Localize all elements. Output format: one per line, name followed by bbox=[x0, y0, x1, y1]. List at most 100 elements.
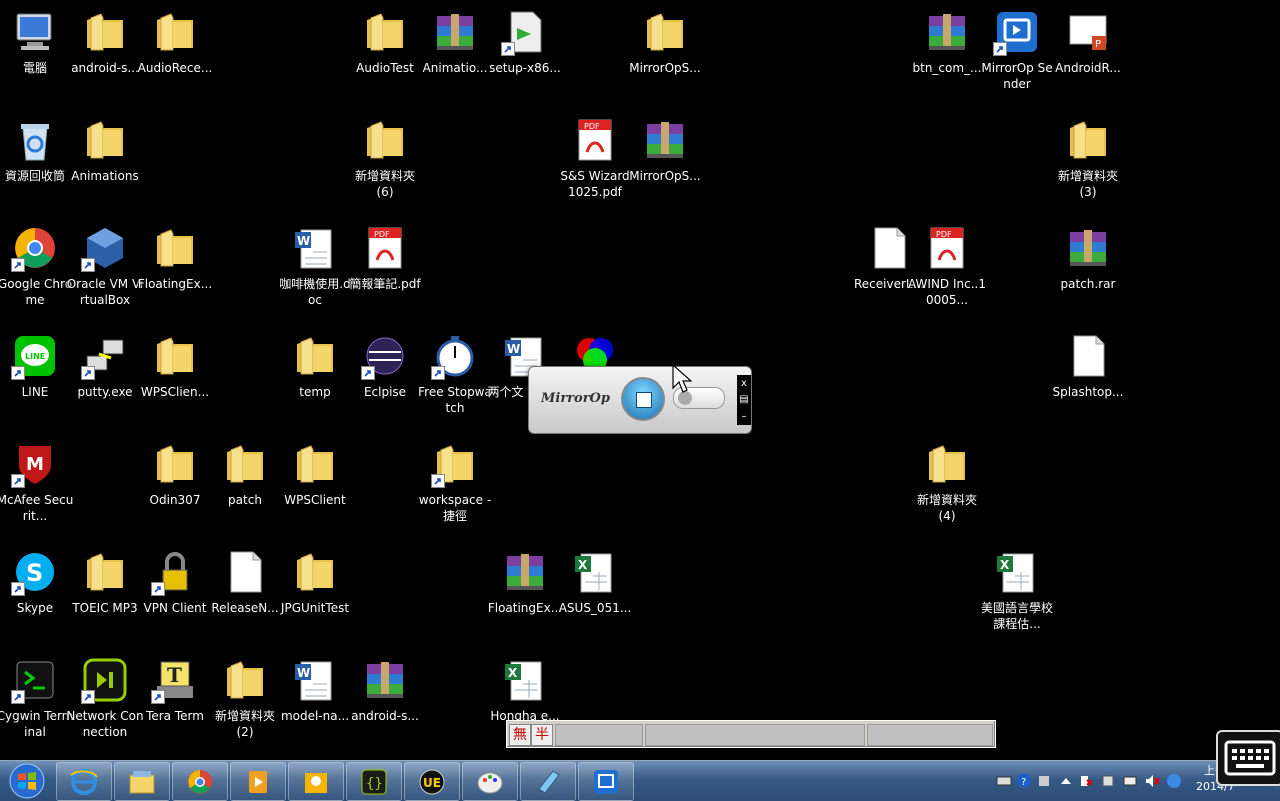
desktop-icon[interactable]: Wmodel-na... bbox=[280, 650, 350, 724]
taskbar-app-button[interactable] bbox=[578, 762, 634, 801]
settings-tray-icon[interactable] bbox=[1036, 773, 1052, 789]
desktop-icon[interactable]: FloatingEx... bbox=[138, 218, 212, 292]
desktop-icon[interactable]: T Tera Term bbox=[140, 650, 210, 724]
desktop-icon[interactable]: 新增資料夾 (4) bbox=[912, 434, 982, 524]
desktop-icon[interactable]: workspace - 捷徑 bbox=[419, 434, 491, 524]
desktop-icon[interactable]: Cygwin Terminal bbox=[0, 650, 73, 740]
svg-text:W: W bbox=[507, 342, 520, 356]
desktop-icon[interactable]: MirrorOp Sender bbox=[981, 2, 1053, 92]
desktop-icon[interactable]: 新增資料夾 (2) bbox=[210, 650, 280, 740]
rar-archive-icon bbox=[923, 8, 971, 56]
folder-icon bbox=[291, 548, 339, 596]
desktop-icon[interactable]: TOEIC MP3 bbox=[70, 542, 140, 616]
desktop-icon[interactable]: S Skype bbox=[0, 542, 70, 616]
desktop-icon[interactable]: 新增資料夾 (3) bbox=[1053, 110, 1123, 200]
desktop-icon[interactable]: Animatio... bbox=[420, 2, 490, 76]
desktop-icon-label: AudioRece... bbox=[137, 61, 213, 75]
taskbar-app-button[interactable] bbox=[520, 762, 576, 801]
desktop-icon-label: 美國語言學校課程估... bbox=[980, 601, 1053, 631]
taskbar-app-button[interactable]: {} bbox=[346, 762, 402, 801]
desktop-icon[interactable]: android-s... bbox=[350, 650, 420, 724]
taskbar-app-button[interactable] bbox=[462, 762, 518, 801]
desktop-icon[interactable]: 資源回收筒 bbox=[0, 110, 70, 184]
keyboard-tray-icon[interactable] bbox=[996, 773, 1012, 789]
desktop-icon[interactable]: Google Chrome bbox=[0, 218, 72, 308]
desktop-icon[interactable]: PDF AWIND Inc..10005... bbox=[908, 218, 986, 308]
desktop-icon[interactable]: P AndroidR... bbox=[1053, 2, 1123, 76]
desktop-icon[interactable]: patch.rar bbox=[1053, 218, 1123, 292]
desktop-icon[interactable]: Splashtop... bbox=[1053, 326, 1123, 400]
network-tray-icon[interactable] bbox=[1122, 773, 1138, 789]
desktop-icon-label: patch bbox=[228, 493, 262, 507]
desktop-icon[interactable]: btn_com_... bbox=[912, 2, 982, 76]
desktop-icon[interactable]: MirrorOpS... bbox=[629, 2, 701, 76]
volume-muted-icon[interactable] bbox=[1144, 773, 1160, 789]
desktop-icon[interactable]: PDF S&S Wizard 1025.pdf bbox=[560, 110, 630, 200]
mcafee-icon: M bbox=[11, 440, 59, 488]
action-center-icon[interactable] bbox=[1078, 773, 1094, 789]
desktop-icon[interactable]: 電腦 bbox=[0, 2, 70, 76]
desktop-icon[interactable]: AudioTest bbox=[350, 2, 420, 76]
ime-width-button[interactable]: 半 bbox=[531, 724, 553, 746]
taskbar-app-button[interactable] bbox=[172, 762, 228, 801]
taskbar-app-button[interactable] bbox=[288, 762, 344, 801]
desktop-icon[interactable]: X ASUS_051... bbox=[559, 542, 631, 616]
show-hidden-icons-icon[interactable] bbox=[1058, 773, 1074, 789]
desktop-icon[interactable]: Network Connection bbox=[66, 650, 144, 740]
desktop-icon[interactable]: MirrorOpS... bbox=[629, 110, 701, 184]
desktop-icon[interactable]: Odin307 bbox=[140, 434, 210, 508]
desktop-icon[interactable]: ReleaseN... bbox=[210, 542, 280, 616]
desktop-icon[interactable]: JPGUnitTest bbox=[280, 542, 350, 616]
desktop-icon[interactable]: Eclpise bbox=[350, 326, 420, 400]
desktop-icon[interactable]: AudioRece... bbox=[138, 2, 212, 76]
desktop-icon[interactable]: W 咖啡機使用.doc bbox=[279, 218, 351, 308]
desktop-icon[interactable]: FloatingEx... bbox=[488, 542, 562, 616]
desktop-icon[interactable]: LINE LINE bbox=[0, 326, 70, 400]
desktop-icon[interactable]: Animations bbox=[70, 110, 140, 184]
taskbar-app-button[interactable] bbox=[114, 762, 170, 801]
help-tray-icon[interactable]: ? bbox=[1016, 773, 1032, 789]
mirrorop-floating-widget[interactable]: MirrorOp x ▤ – bbox=[528, 366, 752, 434]
desktop-icon-label: LINE bbox=[21, 385, 49, 399]
ime-mode-button[interactable]: 無 bbox=[509, 724, 531, 746]
desktop-icon[interactable]: WPSClien... bbox=[140, 326, 210, 400]
rar-archive-icon bbox=[1064, 224, 1112, 272]
desktop-icon[interactable]: X Hongha e... bbox=[490, 650, 560, 724]
desktop-icon[interactable]: setup-x86... bbox=[489, 2, 561, 76]
desktop-icon[interactable]: 新增資料夾 (6) bbox=[350, 110, 420, 200]
desktop-icon-label: Cygwin Terminal bbox=[0, 709, 74, 739]
mirrorop-menu-button[interactable]: ▤ bbox=[739, 394, 748, 405]
explorer-icon bbox=[129, 770, 155, 793]
text-file-icon bbox=[865, 224, 913, 272]
stopwatch-icon bbox=[431, 332, 479, 380]
desktop-icon[interactable]: M McAfee Securit... bbox=[0, 434, 73, 524]
mirrorop-icon bbox=[993, 8, 1041, 56]
desktop-icon[interactable]: patch bbox=[210, 434, 280, 508]
desktop-icon[interactable]: android-s... bbox=[70, 2, 140, 76]
usb-tray-icon[interactable] bbox=[1100, 773, 1116, 789]
svg-text:PDF: PDF bbox=[936, 230, 952, 239]
mirrorop-minimize-button[interactable]: – bbox=[742, 411, 747, 422]
desktop-icon[interactable]: putty.exe bbox=[70, 326, 140, 400]
taskbar-app-button[interactable] bbox=[230, 762, 286, 801]
shortcut-arrow-icon bbox=[81, 258, 95, 272]
bluetooth-tray-icon[interactable] bbox=[1166, 773, 1182, 789]
desktop-icon-label: setup-x86... bbox=[489, 61, 561, 75]
desktop-icon[interactable]: PDF 簡報筆記.pdf bbox=[349, 218, 421, 292]
on-screen-keyboard-button[interactable] bbox=[1216, 730, 1280, 786]
taskbar-app-button[interactable] bbox=[56, 762, 112, 801]
mirrorop-close-button[interactable]: x bbox=[741, 378, 747, 389]
folder-icon bbox=[221, 440, 269, 488]
desktop-icon[interactable]: Free Stopwatch bbox=[418, 326, 492, 416]
ime-segment bbox=[645, 724, 865, 746]
desktop-icon[interactable]: VPN Client bbox=[140, 542, 210, 616]
desktop-icon-label: Animatio... bbox=[422, 61, 488, 75]
start-button[interactable] bbox=[2, 762, 52, 800]
desktop-icon[interactable]: X 美國語言學校課程估... bbox=[981, 542, 1053, 632]
taskbar-app-button[interactable]: UE bbox=[404, 762, 460, 801]
ime-toolbar[interactable]: 無 半 bbox=[506, 720, 996, 748]
desktop-icon[interactable]: Oracle VM VirtualBox bbox=[67, 218, 143, 308]
desktop-icon[interactable]: temp bbox=[280, 326, 350, 400]
mirrorop-stop-button[interactable] bbox=[621, 377, 665, 421]
desktop-icon[interactable]: WPSClient bbox=[280, 434, 350, 508]
